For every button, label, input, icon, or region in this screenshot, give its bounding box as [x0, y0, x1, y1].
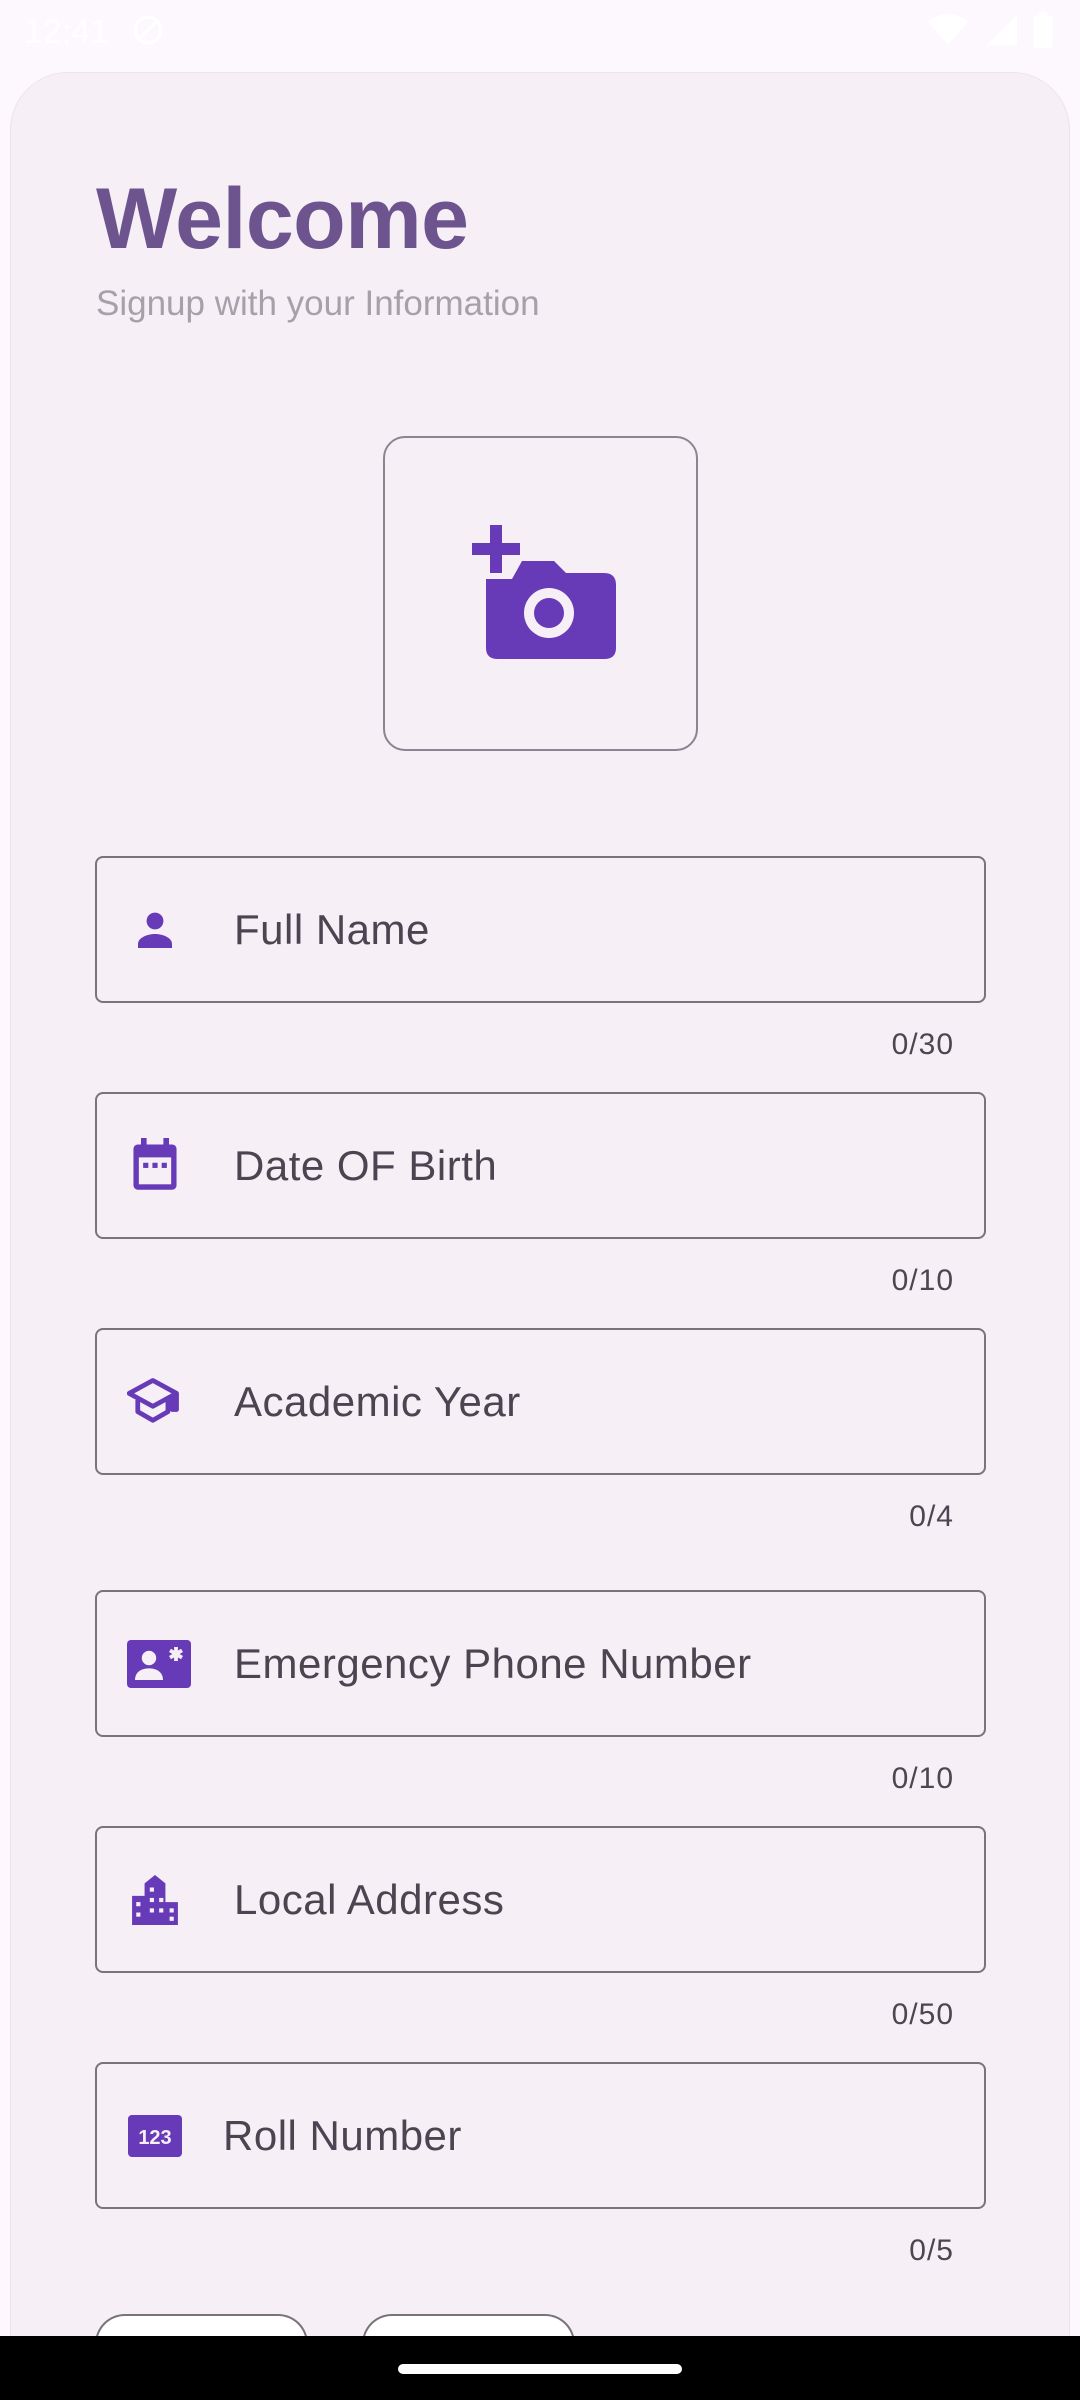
page-subtitle: Signup with your Information [96, 284, 540, 323]
full-name-placeholder: Full Name [234, 905, 430, 953]
signal-icon [982, 13, 1018, 52]
pin-123-icon: 123 [127, 2108, 183, 2164]
emergency-phone-placeholder: Emergency Phone Number [234, 1639, 752, 1687]
location-city-icon [127, 1872, 183, 1928]
local-address-placeholder: Local Address [234, 1875, 505, 1923]
full-name-counter: 0/30 [891, 1028, 954, 1061]
roll-number-counter: 0/5 [909, 2234, 954, 2267]
person-icon [127, 902, 183, 958]
status-left: 12:41 [24, 13, 165, 52]
emergency-phone-counter: 0/10 [891, 1762, 954, 1795]
full-name-field[interactable]: Full Name [95, 856, 986, 1003]
emergency-phone-field[interactable]: Emergency Phone Number [95, 1590, 986, 1737]
battery-icon [1032, 11, 1054, 53]
local-address-field[interactable]: Local Address [95, 1826, 986, 1973]
status-bar: 12:41 [0, 0, 1080, 64]
calendar-icon [127, 1137, 183, 1194]
roll-number-placeholder: Roll Number [223, 2111, 462, 2159]
svg-text:123: 123 [138, 2127, 171, 2149]
add-photo-button[interactable] [383, 436, 698, 751]
date-of-birth-placeholder: Date OF Birth [234, 1141, 498, 1189]
academic-year-counter: 0/4 [909, 1500, 954, 1533]
contact-emergency-icon [127, 1636, 191, 1692]
roll-number-field[interactable]: 123 Roll Number [95, 2062, 986, 2209]
academic-year-field[interactable]: Academic Year [95, 1328, 986, 1475]
date-of-birth-field[interactable]: Date OF Birth [95, 1092, 986, 1239]
local-address-counter: 0/50 [891, 1998, 954, 2031]
add-a-photo-icon [464, 521, 618, 666]
page-title: Welcome [96, 171, 469, 267]
do-not-disturb-icon [131, 13, 165, 52]
home-handle[interactable] [398, 2364, 682, 2374]
status-time: 12:41 [24, 12, 110, 51]
date-of-birth-counter: 0/10 [891, 1264, 954, 1297]
academic-year-placeholder: Academic Year [234, 1377, 521, 1425]
school-icon [127, 1374, 183, 1430]
wifi-icon [928, 13, 968, 52]
status-icons [928, 11, 1054, 53]
